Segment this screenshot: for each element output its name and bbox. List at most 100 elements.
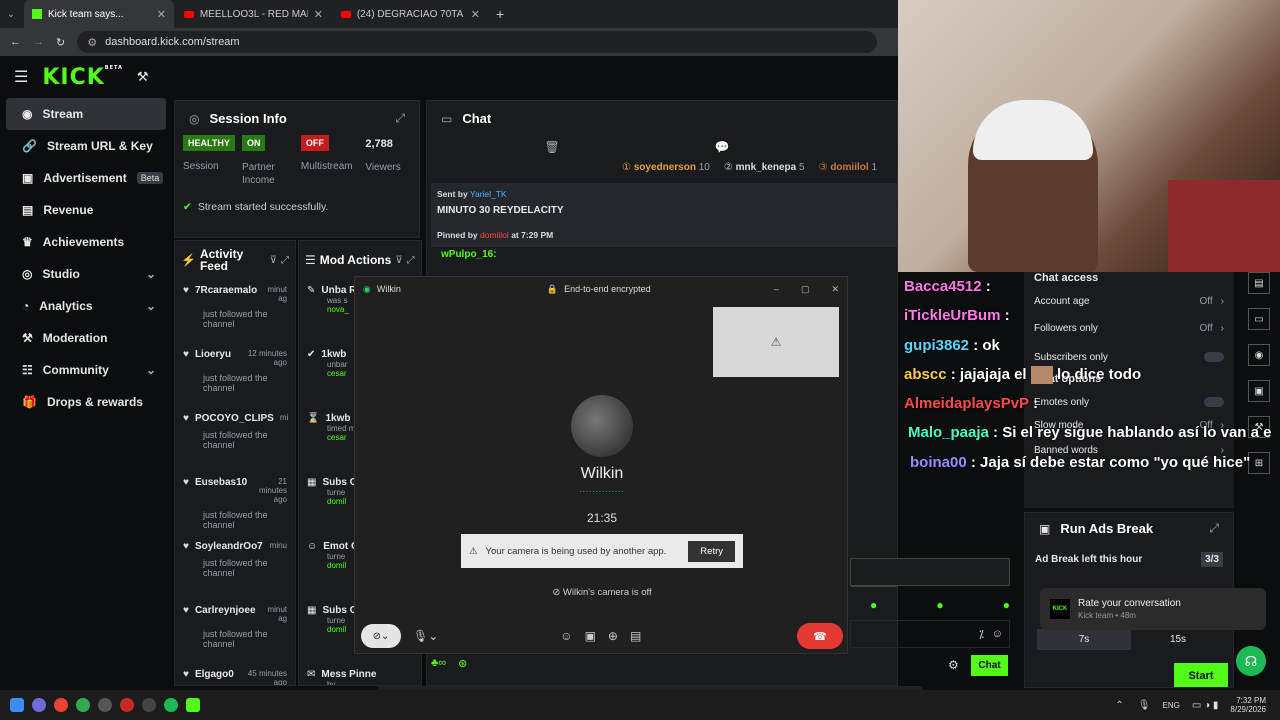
language-indicator[interactable]: ENG: [1163, 701, 1180, 710]
ad-icon: ▣: [1039, 521, 1051, 536]
list-item[interactable]: ♥ SoyleandrOo7 minu just followed the chann…: [175, 535, 295, 599]
forward-icon[interactable]: →: [33, 36, 44, 48]
list-item[interactable]: ♥ Elgago0 45 minutes ago: [175, 663, 295, 685]
sidebar-item-stream[interactable]: ◉ Stream: [6, 98, 166, 130]
smile-icon[interactable]: ☺: [992, 628, 1003, 640]
chat-input-area[interactable]: [850, 558, 1010, 586]
pinned-message[interactable]: Sent by Yariel_TK MINUTO 30 REYDELACITY …: [431, 183, 897, 247]
sidebar-item-moderation[interactable]: ⚒ Moderation: [6, 322, 166, 354]
filter-icon[interactable]: ⊽: [395, 255, 402, 266]
follow-text: just followed the channel: [203, 629, 268, 649]
sent-by-user[interactable]: Yariel_TK: [470, 189, 507, 199]
start-icon[interactable]: [10, 698, 24, 712]
chat-bubble-icon[interactable]: 💬: [715, 140, 730, 154]
network-icon[interactable]: ▭ ◑ ▮: [1192, 700, 1219, 711]
emote-icon[interactable]: ●: [936, 598, 943, 612]
url-field[interactable]: ⚙ dashboard.kick.com/stream: [77, 31, 878, 53]
chevron-down-icon: ⌄: [145, 363, 156, 377]
expand-icon[interactable]: ⤢: [1209, 521, 1219, 536]
app-icon[interactable]: [98, 698, 112, 712]
reload-icon[interactable]: ↻: [56, 36, 65, 49]
tab-youtube-2[interactable]: (24) DEGRACIAO 70TA - YouTu... ✕: [333, 0, 488, 28]
list-item[interactable]: ✉Mess Pinnebydomillol: [299, 663, 421, 685]
list-item[interactable]: ♥ 7Rcaraemalo minut ag just followed the ch…: [175, 279, 295, 343]
back-icon[interactable]: ←: [10, 36, 21, 48]
mic-button[interactable]: 🎙⌄: [413, 629, 438, 643]
spotify-icon[interactable]: [164, 698, 178, 712]
add-person-icon[interactable]: ⊕: [608, 629, 618, 643]
emote-icon[interactable]: ●: [1003, 598, 1010, 612]
panel-title: Run Ads Break: [1060, 521, 1154, 536]
kick-logo[interactable]: KICKBETA: [42, 65, 123, 90]
app-icon[interactable]: [120, 698, 134, 712]
tray-chevron-icon[interactable]: ⌃: [1115, 700, 1123, 711]
chat-message: : jajajaja el: [950, 365, 1027, 383]
ad-option-15s[interactable]: 15s: [1131, 629, 1225, 650]
expand-icon[interactable]: ⤢: [407, 255, 415, 266]
chrome-icon[interactable]: [54, 698, 68, 712]
pinned-by-user[interactable]: domiilol: [480, 230, 509, 240]
toast-notification[interactable]: KICK Rate your conversation Kick team • …: [1040, 588, 1266, 630]
more-icon[interactable]: ▤: [630, 629, 641, 643]
tab-youtube-1[interactable]: MEELLOO3L - RED MALA (VIDE... ✕: [176, 0, 331, 28]
sidebar-item-drops-rewards[interactable]: 🎁 Drops & rewards: [6, 386, 166, 418]
analytics-icon: ◔: [22, 299, 30, 313]
maximize-icon[interactable]: ▢: [801, 284, 810, 295]
app-icon[interactable]: [186, 698, 200, 712]
close-icon[interactable]: ✕: [157, 8, 166, 21]
minimize-icon[interactable]: –: [774, 284, 779, 295]
panel-title: Activity Feed: [199, 247, 244, 273]
tools-icon[interactable]: ⚒: [137, 69, 149, 85]
sidebar-item-achievements[interactable]: ♛ Achievements: [6, 226, 166, 258]
ad-option-7s[interactable]: 7s: [1037, 629, 1131, 650]
settings-icon[interactable]: ⚙: [948, 658, 959, 672]
follower-name: Elgago0: [194, 669, 234, 680]
sidebar-item-community[interactable]: ☷ Community ⌄: [6, 354, 166, 386]
expand-icon[interactable]: ⤢: [281, 255, 289, 266]
chat-message: :: [1004, 307, 1010, 325]
sidebar-item-studio[interactable]: ◎ Studio ⌄: [6, 258, 166, 290]
mic-tray-icon[interactable]: 🎙: [1138, 700, 1151, 711]
commands-icon[interactable]: ⁒: [979, 628, 984, 641]
overlay-chat-line: abscc : jajajaja el lo dice todo: [896, 366, 1280, 395]
close-icon[interactable]: ✕: [831, 284, 839, 295]
emote-icon[interactable]: ●: [870, 598, 877, 612]
obs-icon[interactable]: [142, 698, 156, 712]
list-item[interactable]: ♥ Eusebas10 21 minutes ago just followed th…: [175, 471, 295, 535]
new-tab-icon[interactable]: +: [496, 6, 504, 22]
close-icon[interactable]: ✕: [471, 8, 480, 21]
app-icon[interactable]: [32, 698, 46, 712]
tab-kick[interactable]: Kick team says... ✕: [24, 0, 174, 28]
list-item[interactable]: ♥ POCOYO_CLIPS mi just followed the channel: [175, 407, 295, 471]
follow-time: minut ag: [267, 285, 287, 303]
retry-button[interactable]: Retry: [688, 540, 735, 562]
sidebar-item-analytics[interactable]: ◔ Analytics ⌄: [6, 290, 166, 322]
list-item[interactable]: ♥ Carlreynjoee minut ag just followed the c…: [175, 599, 295, 663]
list-item[interactable]: ♥ Lioeryu 12 minutes ago just followed the …: [175, 343, 295, 407]
tab-list-icon[interactable]: ⌄: [0, 9, 22, 20]
self-preview: ⚠: [713, 307, 839, 377]
filter-icon[interactable]: ⊽: [270, 255, 277, 266]
site-info-icon[interactable]: ⚙: [87, 36, 97, 49]
camera-toggle-button[interactable]: ⊘⌄: [361, 624, 401, 648]
emoji-icon[interactable]: ☺: [560, 629, 572, 643]
help-button[interactable]: ☊: [1236, 646, 1266, 676]
clock[interactable]: 7:32 PM 8/29/2026: [1230, 696, 1266, 714]
sidebar-item-stream-url-key[interactable]: 🔗 Stream URL & Key: [6, 130, 166, 162]
trash-icon[interactable]: 🗑: [544, 140, 559, 154]
lock-icon: 🔒: [546, 283, 559, 294]
follow-text: just followed the channel: [203, 309, 268, 329]
menu-icon[interactable]: ☰: [14, 67, 28, 87]
sidebar-item-revenue[interactable]: ▤ Revenue: [6, 194, 166, 226]
end-call-button[interactable]: ☎: [797, 623, 843, 649]
close-icon[interactable]: ✕: [314, 8, 323, 21]
chat-username: Bacca4512: [904, 278, 982, 295]
emote-icon[interactable]: ⊛: [458, 657, 467, 670]
sidebar-item-advertisement[interactable]: ▣ Advertisement Beta: [6, 162, 166, 194]
points-icon[interactable]: ♣∞: [431, 657, 446, 670]
start-ad-button[interactable]: Start: [1174, 663, 1228, 687]
chat-send-button[interactable]: Chat: [971, 655, 1008, 676]
chrome-icon[interactable]: [76, 698, 90, 712]
expand-icon[interactable]: ⤢: [395, 111, 405, 126]
screen-share-icon[interactable]: ▣: [585, 629, 596, 643]
